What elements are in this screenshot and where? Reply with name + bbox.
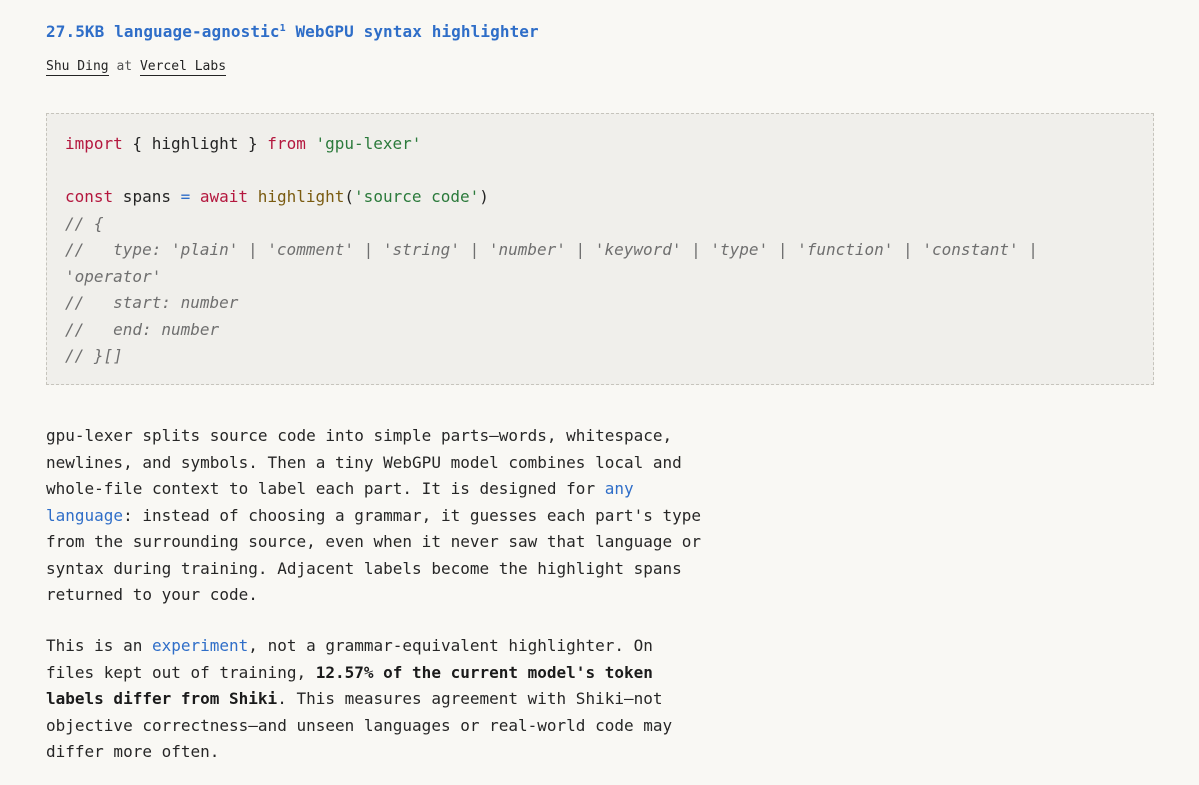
org-link[interactable]: Vercel Labs — [139, 59, 227, 76]
page-title: 27.5KB language-agnostic1 WebGPU syntax … — [46, 22, 539, 41]
punct-token: ( — [344, 187, 355, 206]
text-line: files kept out of training, — [46, 662, 316, 682]
title-main: 27.5KB language-agnostic — [46, 22, 280, 41]
text-line: from the surrounding source, even when i… — [46, 532, 702, 551]
byline-at: at — [108, 59, 140, 74]
description-paragraph: gpu-lexer splits source code into simple… — [46, 423, 746, 609]
string-token: 'source code' — [354, 187, 480, 206]
comment-line: // end: number — [65, 319, 220, 339]
comment-line: // { — [65, 213, 104, 233]
code-block: import { highlight } from 'gpu-lexer' co… — [46, 113, 1154, 385]
text-line: gpu-lexer splits source code into simple… — [46, 426, 673, 445]
string-token: 'gpu-lexer' — [315, 134, 422, 153]
operator-token: = — [180, 187, 191, 206]
text-line: . This measures agreement with Shiki—not — [277, 689, 663, 708]
punct-token: ) — [479, 187, 489, 206]
any-language-link[interactable]: any — [605, 479, 634, 498]
keyword-token: import — [65, 134, 123, 153]
keyword-token: from — [267, 134, 306, 153]
code-line-import: import { highlight } from 'gpu-lexer' — [65, 134, 421, 153]
function-token: highlight — [257, 187, 345, 206]
any-language-link-cont[interactable]: language — [46, 506, 123, 525]
text-line: returned to your code. — [46, 585, 258, 604]
bold-stat: 12.57% of the current model's token — [315, 662, 653, 682]
text-line: newlines, and symbols. Then a tiny WebGP… — [46, 452, 682, 472]
title-suffix: WebGPU syntax highlighter — [285, 22, 539, 41]
author-link[interactable]: Shu Ding — [46, 59, 109, 76]
comment-line: // start: number — [65, 293, 239, 312]
comment-line: 'operator' — [65, 266, 162, 286]
experiment-paragraph: This is an experiment, not a grammar-equ… — [46, 633, 746, 766]
byline: Shu Ding at Vercel Labs — [46, 59, 227, 76]
keyword-token: await — [199, 187, 249, 206]
text-line: , not a grammar-equivalent highlighter. … — [248, 636, 653, 655]
plain-token: { highlight } — [122, 134, 268, 153]
text-line: differ more often. — [46, 742, 220, 761]
code-line-const: const spans = await highlight('source co… — [65, 187, 489, 206]
keyword-token: const — [65, 187, 114, 206]
text-line: objective correctness—and unseen languag… — [46, 715, 673, 735]
experiment-link[interactable]: experiment — [152, 636, 248, 655]
text-line: This is an — [46, 636, 152, 655]
text-line: syntax during training. Adjacent labels … — [46, 558, 682, 578]
text-line: whole-file context to label each part. I… — [46, 479, 605, 498]
comment-line: // }[] — [65, 346, 123, 365]
text-line: : instead of choosing a grammar, it gues… — [123, 505, 702, 525]
comment-line: // type: 'plain' | 'comment' | 'string' … — [65, 240, 1038, 259]
plain-token: spans — [113, 187, 181, 206]
code-content: import { highlight } from 'gpu-lexer' co… — [65, 131, 1038, 370]
bold-stat-cont: labels differ from Shiki — [46, 689, 278, 708]
